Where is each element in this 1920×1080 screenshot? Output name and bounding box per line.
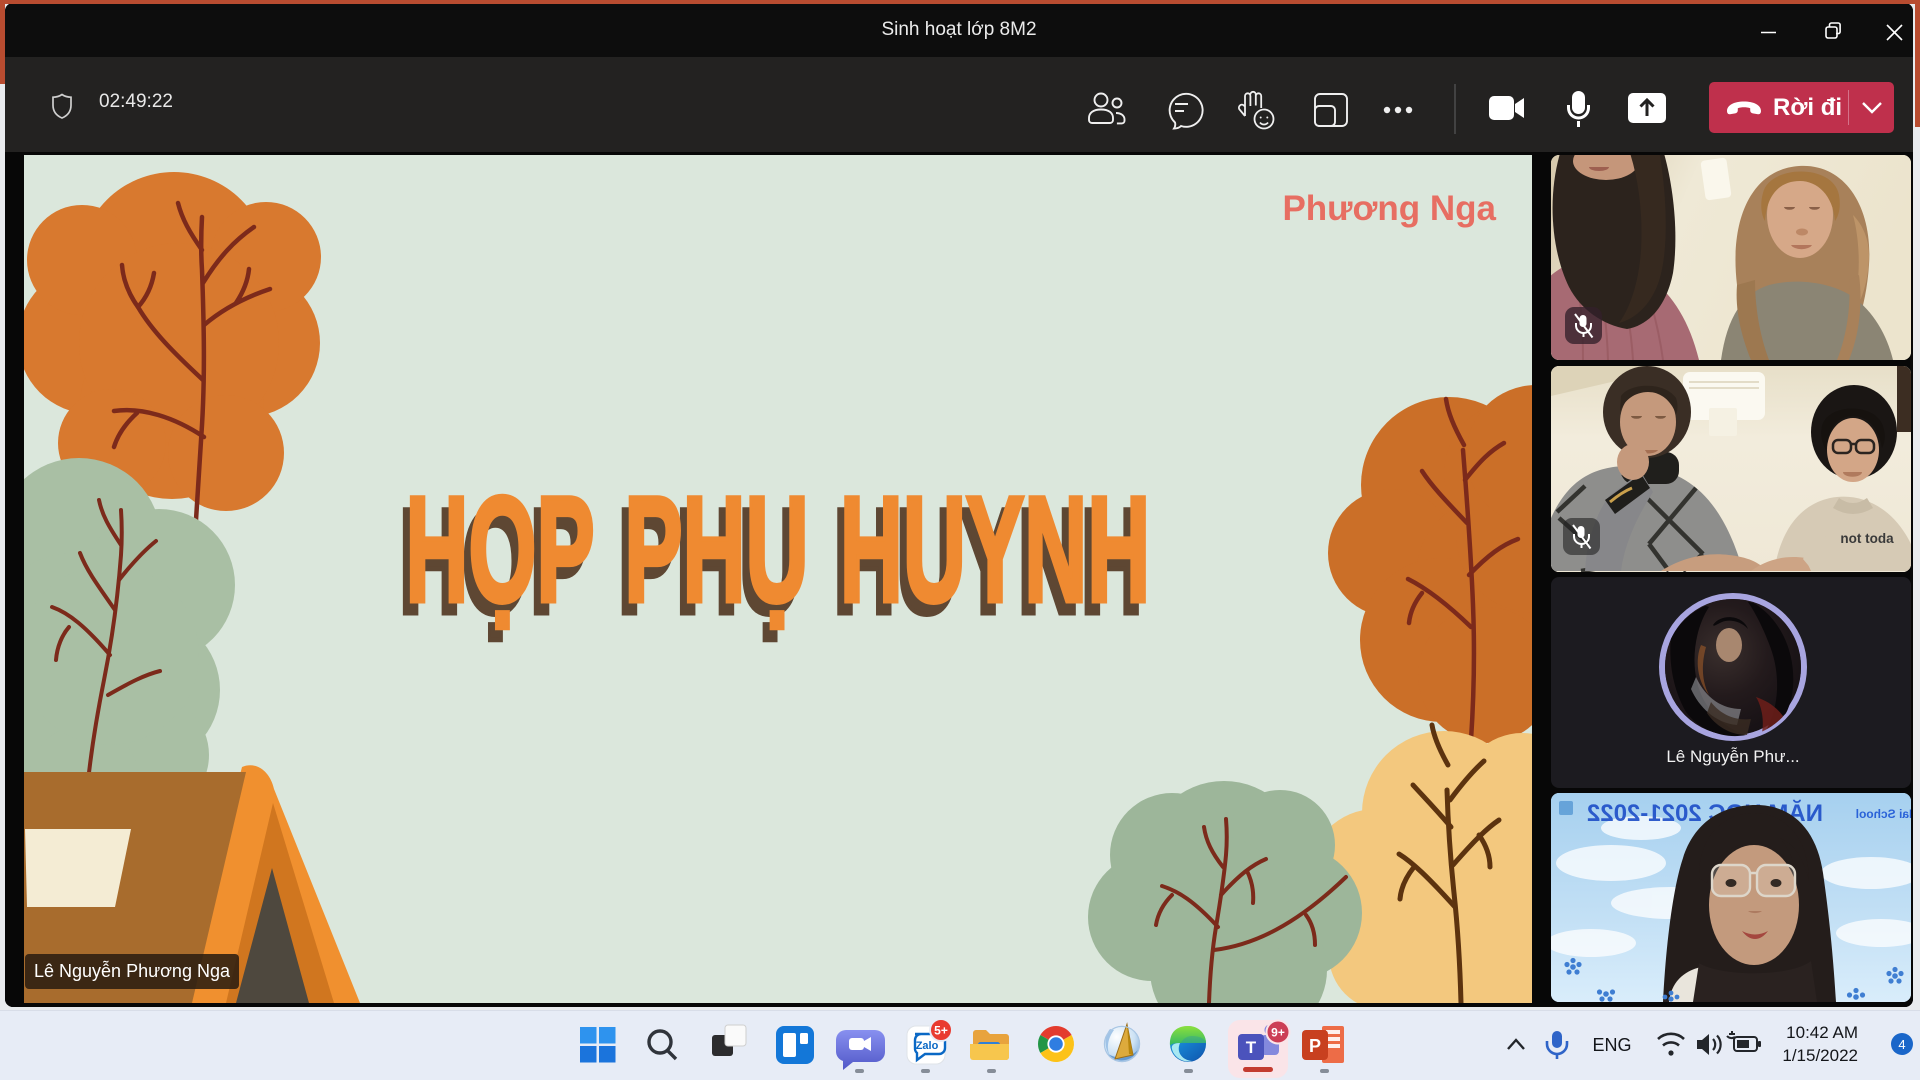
svg-text:T: T [1246, 1038, 1257, 1057]
svg-text:Zalo: Zalo [916, 1040, 939, 1052]
svg-text:ENG: ENG [1592, 1035, 1631, 1055]
svg-text:5+: 5+ [934, 1024, 948, 1038]
svg-text:not toda: not toda [1840, 531, 1894, 546]
svg-text:Mai School: Mai School [1856, 807, 1911, 821]
svg-text:10:42 AM: 10:42 AM [1786, 1023, 1858, 1042]
svg-text:4: 4 [1898, 1037, 1905, 1052]
svg-text:1/15/2022: 1/15/2022 [1782, 1046, 1858, 1065]
svg-text:9+: 9+ [1271, 1026, 1285, 1040]
svg-text:Lê Nguyễn Phư...: Lê Nguyễn Phư... [1666, 747, 1799, 766]
svg-text:P: P [1309, 1036, 1321, 1056]
